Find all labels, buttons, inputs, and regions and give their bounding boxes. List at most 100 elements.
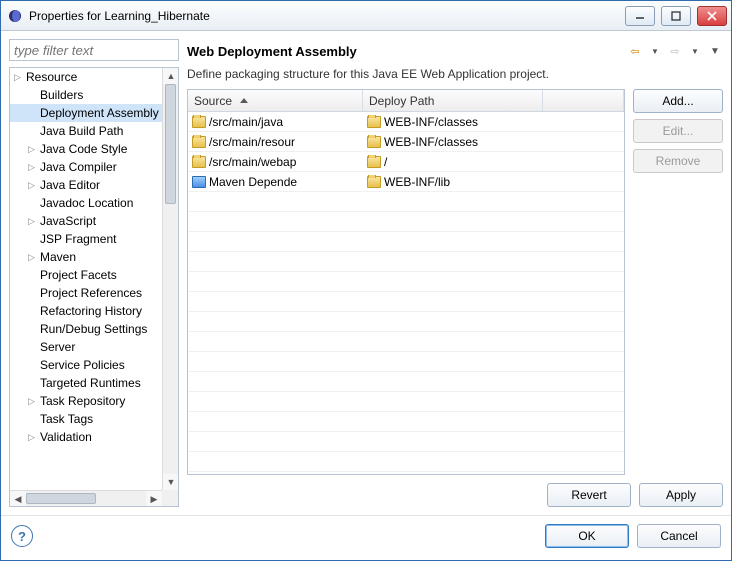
scroll-left-icon[interactable]: ◀ xyxy=(10,491,26,507)
tree-item-label: Deployment Assembly xyxy=(40,106,159,120)
tree-item-label: Task Tags xyxy=(40,412,93,426)
tree-item[interactable]: Run/Debug Settings xyxy=(10,320,162,338)
folder-icon xyxy=(367,136,381,148)
tree-item-label: Project References xyxy=(40,286,142,300)
view-menu-icon[interactable]: ▼ xyxy=(707,43,723,59)
ok-button[interactable]: OK xyxy=(545,524,629,548)
scroll-right-icon[interactable]: ▶ xyxy=(146,491,162,507)
remove-button: Remove xyxy=(633,149,723,173)
window-title: Properties for Learning_Hibernate xyxy=(29,9,621,23)
tree-item[interactable]: ▷Java Compiler xyxy=(10,158,162,176)
tree-item-label: JavaScript xyxy=(40,214,96,228)
expand-icon[interactable]: ▷ xyxy=(28,162,38,173)
property-tree[interactable]: ▷ResourceBuildersDeployment AssemblyJava… xyxy=(10,68,162,490)
tree-item[interactable]: Project References xyxy=(10,284,162,302)
table-row-empty xyxy=(188,192,624,212)
expand-icon[interactable]: ▷ xyxy=(28,216,38,227)
expand-icon[interactable]: ▷ xyxy=(28,252,38,263)
tree-item[interactable]: Refactoring History xyxy=(10,302,162,320)
cancel-button[interactable]: Cancel xyxy=(637,524,721,548)
table-row[interactable]: Maven Depende WEB-INF/lib xyxy=(188,172,624,192)
tree-item-label: Service Policies xyxy=(40,358,125,372)
tree-item-label: Task Repository xyxy=(40,394,125,408)
scroll-thumb[interactable] xyxy=(26,493,96,504)
tree-vertical-scrollbar[interactable]: ▲ ▼ xyxy=(162,68,178,490)
expand-icon[interactable]: ▷ xyxy=(14,72,24,83)
tree-item[interactable]: JSP Fragment xyxy=(10,230,162,248)
scroll-thumb[interactable] xyxy=(165,84,176,204)
deploy-cell: WEB-INF/lib xyxy=(384,175,450,189)
tree-item-label: Project Facets xyxy=(40,268,117,282)
deploy-cell: WEB-INF/classes xyxy=(384,115,478,129)
tree-horizontal-scrollbar[interactable]: ◀ ▶ xyxy=(10,490,162,506)
back-dropdown-icon[interactable]: ▼ xyxy=(647,43,663,59)
tree-item[interactable]: ▷Resource xyxy=(10,68,162,86)
tree-item[interactable]: ▷Validation xyxy=(10,428,162,446)
folder-icon xyxy=(367,176,381,188)
tree-item[interactable]: ▷Task Repository xyxy=(10,392,162,410)
scroll-down-icon[interactable]: ▼ xyxy=(163,474,179,490)
tree-item-label: Java Code Style xyxy=(40,142,127,156)
tree-item[interactable]: Service Policies xyxy=(10,356,162,374)
table-row-empty xyxy=(188,412,624,432)
back-icon[interactable]: ⇦ xyxy=(627,43,643,59)
tree-item[interactable]: Targeted Runtimes xyxy=(10,374,162,392)
table-row-empty xyxy=(188,372,624,392)
forward-icon[interactable]: ⇨ xyxy=(667,43,683,59)
expand-icon[interactable]: ▷ xyxy=(28,180,38,191)
source-cell: Maven Depende xyxy=(209,175,297,189)
column-source[interactable]: Source xyxy=(188,90,363,111)
table-row-empty xyxy=(188,312,624,332)
tree-item[interactable]: ▷JavaScript xyxy=(10,212,162,230)
table-row[interactable]: /src/main/webap / xyxy=(188,152,624,172)
apply-button[interactable]: Apply xyxy=(639,483,723,507)
table-row-empty xyxy=(188,332,624,352)
table-row[interactable]: /src/main/java WEB-INF/classes xyxy=(188,112,624,132)
tree-item-label: Resource xyxy=(26,70,77,84)
tree-item[interactable]: Builders xyxy=(10,86,162,104)
maximize-button[interactable] xyxy=(661,6,691,26)
tree-item-label: Refactoring History xyxy=(40,304,142,318)
tree-item-label: Targeted Runtimes xyxy=(40,376,141,390)
tree-item-label: Maven xyxy=(40,250,76,264)
minimize-button[interactable] xyxy=(625,6,655,26)
edit-button: Edit... xyxy=(633,119,723,143)
table-row-empty xyxy=(188,392,624,412)
source-cell: /src/main/java xyxy=(209,115,283,129)
expand-icon[interactable]: ▷ xyxy=(28,396,38,407)
tree-item[interactable]: Server xyxy=(10,338,162,356)
add-button[interactable]: Add... xyxy=(633,89,723,113)
tree-item[interactable]: ▷Maven xyxy=(10,248,162,266)
assembly-table[interactable]: Source Deploy Path /src/main/java WEB-INF… xyxy=(187,89,625,475)
tree-item[interactable]: ▷Java Editor xyxy=(10,176,162,194)
expand-icon[interactable]: ▷ xyxy=(28,144,38,155)
close-button[interactable] xyxy=(697,6,727,26)
tree-item[interactable]: Task Tags xyxy=(10,410,162,428)
forward-dropdown-icon[interactable]: ▼ xyxy=(687,43,703,59)
tree-item-label: Run/Debug Settings xyxy=(40,322,147,336)
deploy-cell: / xyxy=(384,155,387,169)
revert-button[interactable]: Revert xyxy=(547,483,631,507)
column-deploy[interactable]: Deploy Path xyxy=(363,90,543,111)
panel-title: Web Deployment Assembly xyxy=(187,44,627,59)
expand-icon[interactable]: ▷ xyxy=(28,432,38,443)
tree-item[interactable]: Project Facets xyxy=(10,266,162,284)
tree-item-label: Javadoc Location xyxy=(40,196,133,210)
scroll-up-icon[interactable]: ▲ xyxy=(163,68,179,84)
tree-item[interactable]: Javadoc Location xyxy=(10,194,162,212)
folder-icon xyxy=(192,136,206,148)
tree-item-label: Java Build Path xyxy=(40,124,123,138)
table-row[interactable]: /src/main/resourWEB-INF/classes xyxy=(188,132,624,152)
table-row-empty xyxy=(188,232,624,252)
column-spacer xyxy=(543,90,624,111)
source-cell: /src/main/webap xyxy=(209,155,296,169)
table-row-empty xyxy=(188,252,624,272)
tree-item[interactable]: ▷Java Code Style xyxy=(10,140,162,158)
tree-item[interactable]: Java Build Path xyxy=(10,122,162,140)
filter-input[interactable] xyxy=(9,39,179,61)
tree-item[interactable]: Deployment Assembly xyxy=(10,104,162,122)
help-icon[interactable]: ? xyxy=(11,525,33,547)
folder-icon xyxy=(367,156,381,168)
panel-description: Define packaging structure for this Java… xyxy=(187,67,723,81)
table-row-empty xyxy=(188,432,624,452)
